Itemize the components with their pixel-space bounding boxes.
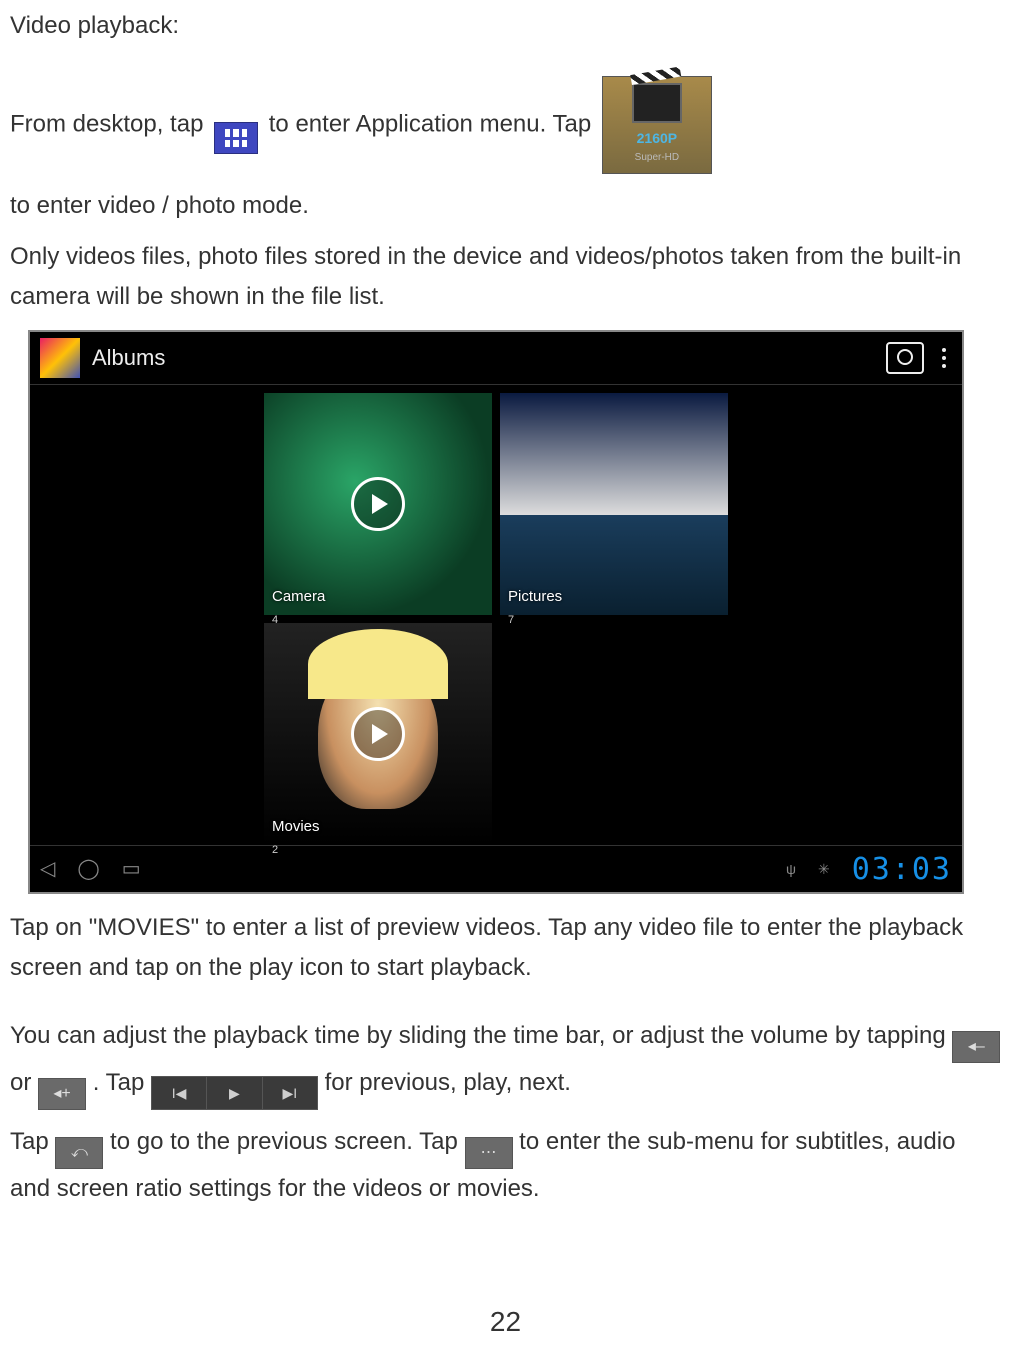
- gallery-app-icon: [40, 338, 80, 378]
- screenshot-header: Albums: [30, 332, 962, 385]
- gallery-screenshot: Albums Camera 4 Movies 2 Pictures 7: [28, 330, 964, 894]
- album-tile-camera[interactable]: Camera 4: [264, 393, 492, 615]
- intro-paragraph-1: From desktop, tap to enter Application m…: [10, 76, 1001, 174]
- status-clock: 03:03: [852, 845, 952, 895]
- intro-paragraph-2: Only videos files, photo files stored in…: [10, 237, 1001, 316]
- back-button-icon: ⤺: [55, 1137, 103, 1169]
- page-number: 22: [10, 1299, 1001, 1345]
- home-icon[interactable]: ◯: [77, 853, 99, 886]
- album-label: Camera: [272, 585, 325, 610]
- prev-play-next-icon: I◀▶▶I: [151, 1076, 318, 1110]
- text: Tap: [10, 1128, 55, 1155]
- section-title: Video playback:: [10, 6, 1001, 46]
- intro-paragraph-1b: to enter video / photo mode.: [10, 186, 1001, 226]
- back-icon[interactable]: ◁: [40, 853, 55, 886]
- album-label: Movies: [272, 815, 320, 840]
- icon-label-res: 2160P: [637, 127, 677, 150]
- text: From desktop, tap: [10, 110, 210, 137]
- icon-label-sub: Super-HD: [635, 150, 679, 167]
- paragraph-controls-1: You can adjust the playback time by slid…: [10, 1016, 1001, 1111]
- apps-grid-icon: [214, 122, 258, 154]
- album-tile-movies[interactable]: Movies 2: [264, 623, 492, 845]
- play-icon: [351, 707, 405, 761]
- text: You can adjust the playback time by slid…: [10, 1022, 952, 1049]
- paragraph-controls-2: Tap ⤺ to go to the previous screen. Tap …: [10, 1122, 1001, 1209]
- text: for previous, play, next.: [325, 1069, 571, 1096]
- usb-icon: ψ: [786, 858, 796, 881]
- android-icon: ✳: [818, 858, 830, 881]
- albums-title: Albums: [92, 340, 165, 376]
- text: to go to the previous screen. Tap: [110, 1128, 464, 1155]
- volume-up-icon: ◂+: [38, 1078, 86, 1110]
- album-count: 2: [272, 841, 278, 859]
- album-label: Pictures: [508, 585, 562, 610]
- play-icon: [351, 477, 405, 531]
- text: to enter Application menu. Tap: [269, 110, 591, 137]
- paragraph-movies: Tap on "MOVIES" to enter a list of previ…: [10, 908, 1001, 987]
- album-count: 7: [508, 611, 514, 629]
- superhd-app-icon: 2160P Super-HD: [602, 76, 712, 174]
- recent-apps-icon[interactable]: ▭: [122, 853, 141, 886]
- submenu-button-icon: ⋯: [465, 1137, 513, 1169]
- overflow-menu-icon[interactable]: [936, 342, 952, 374]
- text: . Tap: [93, 1069, 151, 1096]
- screenshot-navbar: ◁ ◯ ▭ ψ ✳ 03:03: [30, 845, 962, 892]
- camera-icon[interactable]: [886, 342, 924, 374]
- albums-grid: Camera 4 Movies 2 Pictures 7: [30, 385, 962, 845]
- album-tile-pictures[interactable]: Pictures 7: [500, 393, 728, 615]
- text: or: [10, 1069, 38, 1096]
- volume-down-icon: ◂–: [952, 1031, 1000, 1063]
